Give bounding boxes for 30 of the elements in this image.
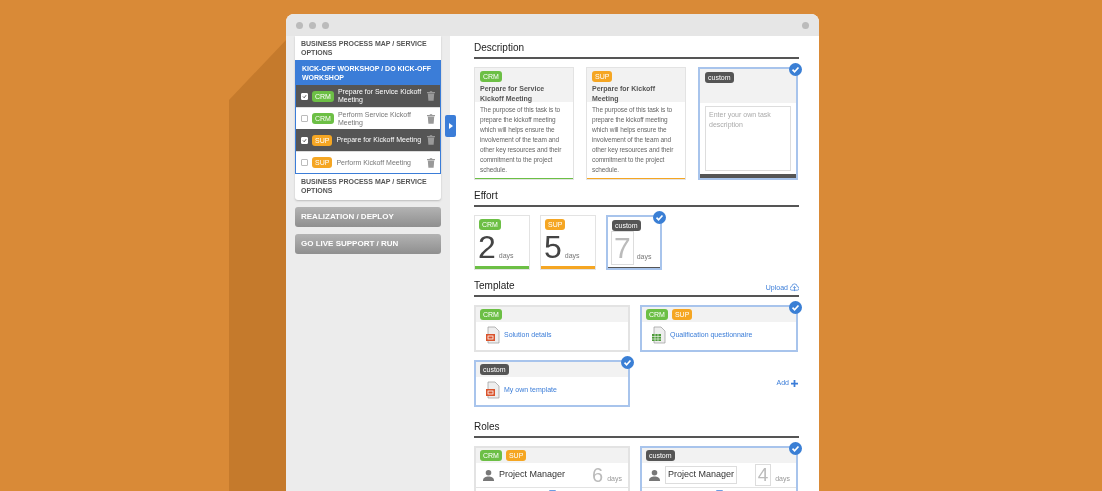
- plus-icon: [791, 380, 798, 387]
- trash-icon[interactable]: [427, 113, 435, 124]
- document-icon: [484, 381, 500, 399]
- phase-button[interactable]: GO LIVE SUPPORT / RUN: [295, 234, 441, 254]
- document-icon: [650, 326, 666, 344]
- section-title: Roles: [474, 420, 500, 434]
- checkbox[interactable]: [301, 159, 308, 166]
- effort-value: 2: [478, 230, 496, 264]
- role-input[interactable]: Project Manager: [665, 466, 738, 484]
- description-card[interactable]: [474, 67, 574, 180]
- person-icon: [648, 468, 661, 482]
- section-title: Effort: [474, 189, 498, 203]
- color-bar: [475, 266, 529, 269]
- section-title: Template: [474, 279, 515, 293]
- section-title: Description: [474, 41, 525, 55]
- role-name: Project Manager: [499, 468, 566, 482]
- effort-value: 6: [592, 465, 604, 485]
- arrow-right-icon: [448, 123, 453, 129]
- trash-icon[interactable]: [427, 135, 435, 145]
- upload-icon: [790, 283, 799, 293]
- expand-tab[interactable]: [445, 115, 456, 137]
- trash-icon[interactable]: [427, 157, 435, 168]
- document-icon: [484, 326, 500, 344]
- trash-icon[interactable]: [427, 91, 435, 101]
- checkbox[interactable]: [301, 115, 308, 122]
- effort-value: 5: [544, 230, 562, 264]
- color-bar: [541, 266, 595, 269]
- description-card[interactable]: [586, 67, 686, 180]
- person-icon: [482, 468, 495, 482]
- phase-button[interactable]: REALIZATION / DEPLOY: [295, 207, 441, 227]
